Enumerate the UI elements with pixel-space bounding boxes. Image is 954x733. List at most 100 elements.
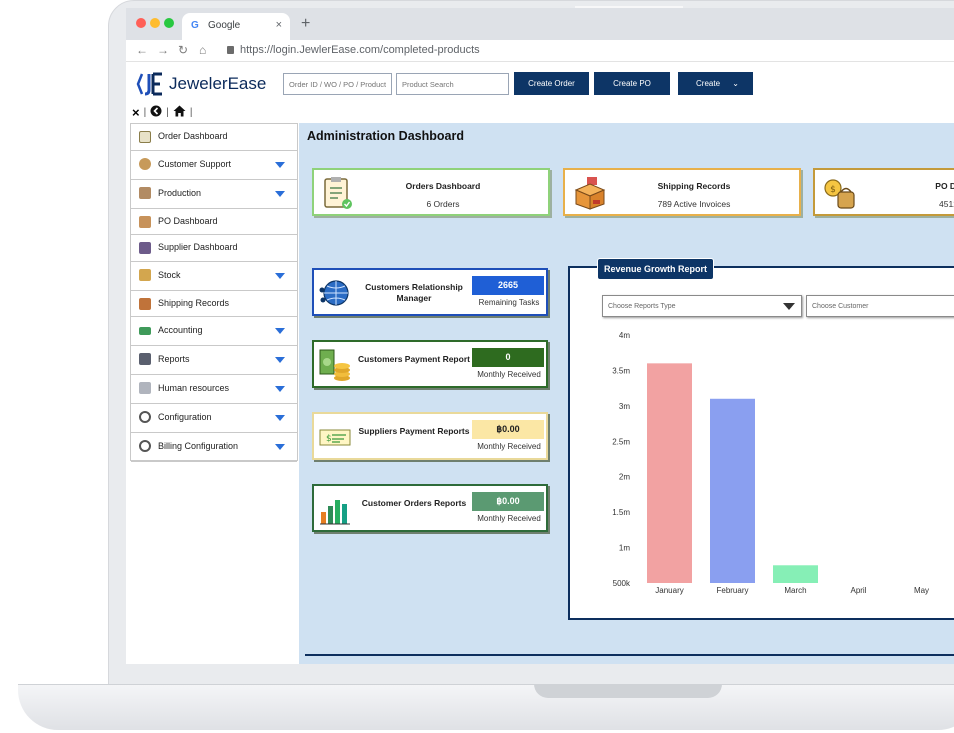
card-label: Monthly Received bbox=[477, 514, 541, 523]
po-box-icon bbox=[139, 215, 151, 228]
logo-text: JewelerEase bbox=[169, 74, 267, 93]
sidebar-item-po-dashboard[interactable]: PO Dashboard bbox=[131, 209, 297, 235]
sidebar-item-supplier-dashboard[interactable]: Supplier Dashboard bbox=[131, 235, 297, 262]
cash-coins-icon bbox=[318, 348, 352, 382]
sidebar-item-label: Supplier Dashboard bbox=[158, 242, 238, 252]
crm-card[interactable]: Customers Relationship Manager 2665 Rema… bbox=[312, 268, 548, 316]
logo[interactable]: JewelerEase bbox=[136, 70, 266, 98]
sidebar-item-label: Accounting bbox=[158, 325, 203, 335]
suppliers-payment-card[interactable]: $ Suppliers Payment Reports ฿0.00 Monthl… bbox=[312, 412, 548, 460]
lock-icon bbox=[227, 46, 234, 54]
create-dropdown-button[interactable]: Create ⌄ bbox=[678, 72, 753, 95]
home-icon[interactable]: ⌂ bbox=[199, 43, 206, 57]
shipping-records-card[interactable]: Shipping Records 789 Active Invoices bbox=[563, 168, 801, 216]
sidebar-item-label: Billing Configuration bbox=[158, 441, 239, 451]
caret-down-icon[interactable] bbox=[275, 444, 285, 450]
browser-tab[interactable]: G Google × bbox=[182, 13, 290, 40]
create-order-button[interactable]: Create Order bbox=[514, 72, 589, 95]
sidebar-item-human-resources[interactable]: Human resources bbox=[131, 375, 297, 404]
orders-dashboard-card[interactable]: Orders Dashboard 6 Orders bbox=[312, 168, 550, 216]
google-icon: G bbox=[191, 20, 199, 31]
forward-arrow-icon[interactable]: → bbox=[157, 43, 169, 57]
new-tab-icon[interactable]: + bbox=[301, 15, 310, 33]
y-tick-label: 2.5m bbox=[612, 437, 630, 446]
stock-icon bbox=[139, 268, 151, 281]
minimize-window-dot[interactable] bbox=[150, 18, 160, 28]
bar-january[interactable] bbox=[647, 363, 692, 583]
jewelerease-logo-icon bbox=[136, 70, 166, 98]
y-tick-label: 1m bbox=[619, 544, 630, 553]
globe-network-icon bbox=[318, 276, 352, 310]
sidebar-item-configuration[interactable]: Configuration bbox=[131, 404, 297, 433]
x-tick-label: January bbox=[655, 586, 683, 595]
caret-down-icon[interactable] bbox=[275, 415, 285, 421]
create-po-button[interactable]: Create PO bbox=[594, 72, 670, 95]
laptop-base bbox=[18, 684, 954, 730]
back-arrow-icon[interactable]: ← bbox=[136, 43, 148, 57]
support-agent-icon bbox=[139, 157, 151, 170]
caret-down-icon[interactable] bbox=[275, 328, 285, 334]
gear-icon bbox=[139, 440, 151, 452]
laptop-hinge bbox=[534, 684, 722, 698]
customers-payment-card[interactable]: Customers Payment Report 0 Monthly Recei… bbox=[312, 340, 548, 388]
close-icon[interactable]: × bbox=[132, 105, 140, 120]
sidebar-item-label: Reports bbox=[158, 354, 190, 364]
sidebar-item-label: Configuration bbox=[158, 412, 212, 422]
monthly-received-value: ฿0.00 bbox=[472, 420, 544, 439]
bar-march[interactable] bbox=[773, 565, 818, 583]
po-dashboard-card[interactable]: $ PO Dash 4512 O bbox=[813, 168, 954, 216]
reload-icon[interactable]: ↻ bbox=[178, 43, 188, 57]
sidebar-item-order-dashboard[interactable]: Order Dashboard bbox=[131, 124, 297, 151]
card-title: PO Dash bbox=[935, 181, 954, 191]
card-title: Customer Orders Reports bbox=[361, 498, 467, 508]
divider bbox=[305, 654, 954, 656]
chevron-down-icon: ⌄ bbox=[732, 79, 739, 88]
sidebar-item-label: PO Dashboard bbox=[158, 215, 218, 226]
card-title: Orders Dashboard bbox=[405, 181, 481, 191]
screen: G Google × + ← → ↻ ⌂ https://login.Jewle… bbox=[126, 8, 954, 664]
sidebar-item-accounting[interactable]: Accounting bbox=[131, 317, 297, 346]
factory-icon bbox=[139, 186, 151, 199]
sidebar-item-label: Stock bbox=[158, 269, 181, 280]
remaining-tasks-value: 2665 bbox=[472, 276, 544, 295]
reports-icon bbox=[139, 353, 151, 365]
clipboard-icon bbox=[139, 131, 151, 143]
sidebar-item-label: Order Dashboard bbox=[158, 131, 228, 141]
sidebar-item-reports[interactable]: Reports bbox=[131, 346, 297, 375]
caret-down-icon[interactable] bbox=[275, 357, 285, 363]
customer-select[interactable]: Choose Customer bbox=[806, 295, 954, 317]
x-tick-label: March bbox=[784, 586, 806, 595]
card-subtitle: 4512 O bbox=[939, 199, 954, 209]
maximize-window-dot[interactable] bbox=[164, 18, 174, 28]
close-window-dot[interactable] bbox=[136, 18, 146, 28]
sidebar-item-billing-configuration[interactable]: Billing Configuration bbox=[131, 433, 297, 462]
caret-down-icon[interactable] bbox=[275, 272, 285, 279]
sidebar-item-stock[interactable]: Stock bbox=[131, 262, 297, 291]
chart-title: Revenue Growth Report bbox=[597, 258, 715, 280]
card-label: Monthly Received bbox=[477, 442, 541, 451]
close-tab-icon[interactable]: × bbox=[276, 19, 282, 31]
caret-down-icon[interactable] bbox=[275, 161, 285, 168]
y-tick-label: 4m bbox=[619, 331, 630, 340]
customer-orders-card[interactable]: Customer Orders Reports ฿0.00 Monthly Re… bbox=[312, 484, 548, 532]
x-tick-label: February bbox=[716, 586, 748, 595]
app: JewelerEase Create Order Create PO Creat… bbox=[126, 62, 954, 664]
revenue-bar-chart: 500k 1m 1.5m 2m 2.5m 3m 3.5m 4m January February M… bbox=[612, 331, 929, 595]
separator: | bbox=[143, 107, 147, 118]
sidebar-item-customer-support[interactable]: Customer Support bbox=[131, 151, 297, 180]
supplier-icon bbox=[139, 242, 151, 254]
sidebar-item-shipping-records[interactable]: Shipping Records bbox=[131, 291, 297, 317]
product-search-input[interactable] bbox=[396, 73, 509, 95]
reports-type-select[interactable]: Choose Reports Type bbox=[602, 295, 802, 317]
x-tick-label: April bbox=[850, 586, 866, 595]
bar-february[interactable] bbox=[710, 398, 755, 583]
caret-down-icon[interactable] bbox=[275, 386, 285, 392]
sidebar-item-production[interactable]: Production bbox=[131, 180, 297, 209]
url-text[interactable]: https://login.JewlerEase.com/completed-p… bbox=[240, 44, 480, 56]
page-title: Administration Dashboard bbox=[307, 129, 464, 143]
back-circle-icon[interactable] bbox=[150, 105, 162, 120]
card-subtitle: 6 Orders bbox=[426, 199, 460, 209]
order-search-input[interactable] bbox=[283, 73, 392, 95]
caret-down-icon[interactable] bbox=[275, 190, 285, 197]
house-icon[interactable] bbox=[173, 105, 186, 120]
